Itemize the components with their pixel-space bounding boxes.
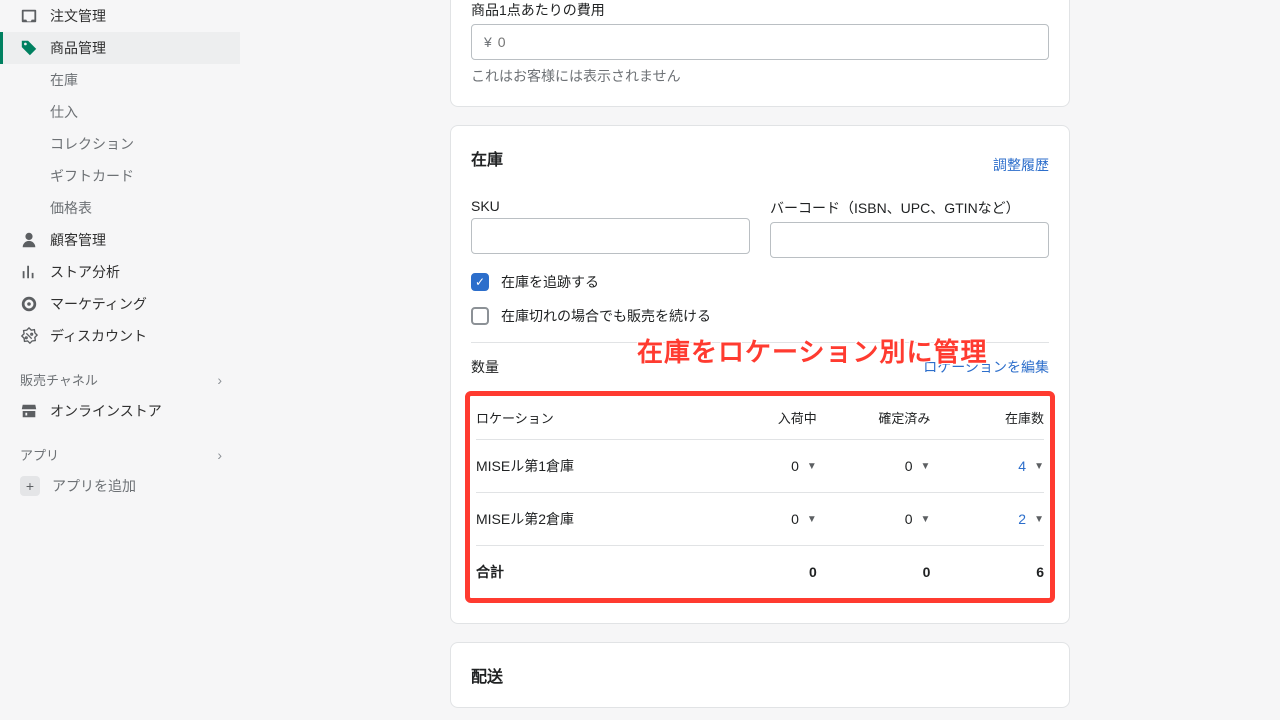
inbox-icon xyxy=(20,7,38,25)
tag-icon xyxy=(20,39,38,57)
caret-down-icon: ▼ xyxy=(1034,514,1044,525)
caret-down-icon: ▼ xyxy=(920,514,930,525)
highlight-box: ロケーション 入荷中 確定済み 在庫数 MISEル第1倉庫 0▼ 0▼ 4▼ xyxy=(465,391,1055,603)
caret-down-icon: ▼ xyxy=(1034,461,1044,472)
nav-analytics[interactable]: ストア分析 xyxy=(0,256,240,288)
nav-orders[interactable]: 注文管理 xyxy=(0,0,240,32)
incoming-dropdown[interactable]: 0▼ xyxy=(791,511,817,527)
chevron-right-icon: › xyxy=(217,447,222,463)
analytics-icon xyxy=(20,263,38,281)
currency-symbol: ¥ xyxy=(484,34,492,50)
nav-discounts[interactable]: ディスカウント xyxy=(0,320,240,352)
chevron-right-icon: › xyxy=(217,372,222,388)
add-app-button[interactable]: + アプリを追加 xyxy=(0,470,240,502)
store-icon xyxy=(20,402,38,420)
cost-help-text: これはお客様には表示されません xyxy=(471,66,1049,86)
plus-icon: + xyxy=(20,476,40,496)
oversell-checkbox[interactable] xyxy=(471,307,489,325)
adjustment-history-link[interactable]: 調整履歴 xyxy=(993,155,1049,175)
oversell-label: 在庫切れの場合でも販売を続ける xyxy=(501,306,711,326)
td-total-incoming: 0 xyxy=(703,564,817,580)
location-table: ロケーション 入荷中 確定済み 在庫数 MISEル第1倉庫 0▼ 0▼ 4▼ xyxy=(476,396,1044,598)
td-location: MISEル第1倉庫 xyxy=(476,456,703,476)
incoming-dropdown[interactable]: 0▼ xyxy=(791,458,817,474)
th-incoming: 入荷中 xyxy=(703,408,817,427)
th-committed: 確定済み xyxy=(817,408,931,427)
cost-field[interactable] xyxy=(498,34,1036,50)
sidebar: 注文管理 商品管理 在庫 仕入 コレクション ギフトカード 価格表 顧客管理 ス… xyxy=(0,0,240,720)
inventory-title: 在庫 xyxy=(471,146,503,170)
cost-card: 商品1点あたりの費用 ¥ これはお客様には表示されません xyxy=(450,0,1070,107)
sku-input[interactable] xyxy=(471,218,750,254)
edit-locations-link[interactable]: ロケーションを編集 xyxy=(923,357,1049,377)
sku-label: SKU xyxy=(471,198,750,214)
shipping-title: 配送 xyxy=(471,663,1049,687)
table-header-row: ロケーション 入荷中 確定済み 在庫数 xyxy=(476,396,1044,440)
nav-sub-inventory[interactable]: 在庫 xyxy=(0,64,240,96)
track-inventory-label: 在庫を追跡する xyxy=(501,272,599,292)
person-icon xyxy=(20,231,38,249)
td-total-label: 合計 xyxy=(476,562,703,582)
cost-label: 商品1点あたりの費用 xyxy=(471,0,1049,20)
th-available: 在庫数 xyxy=(930,408,1044,427)
nav-orders-label: 注文管理 xyxy=(50,6,106,26)
committed-dropdown[interactable]: 0▼ xyxy=(905,458,931,474)
table-row-total: 合計 0 0 6 xyxy=(476,546,1044,598)
td-total-committed: 0 xyxy=(817,564,931,580)
channels-header[interactable]: 販売チャネル › xyxy=(0,352,240,395)
track-inventory-checkbox[interactable]: ✓ xyxy=(471,273,489,291)
shipping-card: 配送 xyxy=(450,642,1070,708)
apps-header[interactable]: アプリ › xyxy=(0,427,240,470)
td-total-available: 6 xyxy=(930,564,1044,580)
cost-input[interactable]: ¥ xyxy=(471,24,1049,60)
th-location: ロケーション xyxy=(476,408,703,427)
nav-sub-collections[interactable]: コレクション xyxy=(0,128,240,160)
barcode-input[interactable] xyxy=(770,222,1049,258)
td-location: MISEル第2倉庫 xyxy=(476,509,703,529)
nav-sub-giftcards[interactable]: ギフトカード xyxy=(0,160,240,192)
inventory-card: 在庫 調整履歴 SKU バーコード（ISBN、UPC、GTINなど） ✓ 在 xyxy=(450,125,1070,624)
nav-sub-pricelists[interactable]: 価格表 xyxy=(0,192,240,224)
nav-products-label: 商品管理 xyxy=(50,38,106,58)
available-dropdown[interactable]: 4▼ xyxy=(1018,458,1044,474)
caret-down-icon: ▼ xyxy=(920,461,930,472)
main-content: 商品1点あたりの費用 ¥ これはお客様には表示されません 在庫 調整履歴 SKU xyxy=(240,0,1280,720)
nav-products[interactable]: 商品管理 xyxy=(0,32,240,64)
committed-dropdown[interactable]: 0▼ xyxy=(905,511,931,527)
table-row: MISEル第2倉庫 0▼ 0▼ 2▼ xyxy=(476,493,1044,546)
quantity-title: 数量 xyxy=(471,357,499,377)
caret-down-icon: ▼ xyxy=(807,514,817,525)
available-dropdown[interactable]: 2▼ xyxy=(1018,511,1044,527)
nav-online-store[interactable]: オンラインストア xyxy=(0,395,240,427)
discount-icon xyxy=(20,327,38,345)
table-row: MISEル第1倉庫 0▼ 0▼ 4▼ xyxy=(476,440,1044,493)
nav-sub-purchase[interactable]: 仕入 xyxy=(0,96,240,128)
target-icon xyxy=(20,295,38,313)
nav-marketing[interactable]: マーケティング xyxy=(0,288,240,320)
nav-customers[interactable]: 顧客管理 xyxy=(0,224,240,256)
barcode-label: バーコード（ISBN、UPC、GTINなど） xyxy=(770,198,1049,218)
caret-down-icon: ▼ xyxy=(807,461,817,472)
